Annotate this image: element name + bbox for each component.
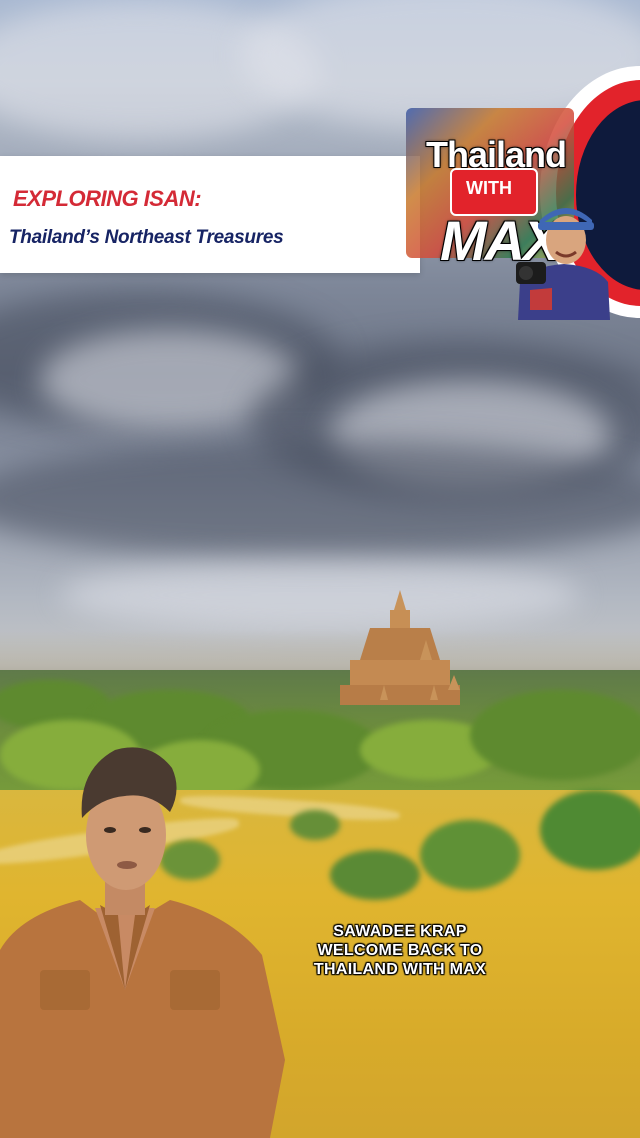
logo-with-text: WITH (466, 178, 512, 198)
temple-pagoda (340, 590, 460, 705)
episode-subtitle: Thailand’s Northeast Treasures (9, 227, 284, 248)
video-frame: EXPLORING ISAN: Thailand’s Northeast Tre… (0, 0, 640, 1138)
subtitle-caption: SAWADEE KRAP WELCOME BACK TO THAILAND WI… (285, 922, 515, 979)
thailand-with-max-logo: Thailand WITH MAX (400, 62, 640, 324)
photographer-avatar (516, 208, 610, 320)
caption-line: THAILAND WITH MAX (313, 961, 487, 978)
episode-title: EXPLORING ISAN: (13, 186, 202, 211)
caption-line: SAWADEE KRAP (333, 923, 467, 940)
caption-line: WELCOME BACK TO (317, 942, 483, 959)
title-banner: EXPLORING ISAN: Thailand’s Northeast Tre… (0, 156, 420, 273)
presenter-man (0, 747, 285, 1138)
